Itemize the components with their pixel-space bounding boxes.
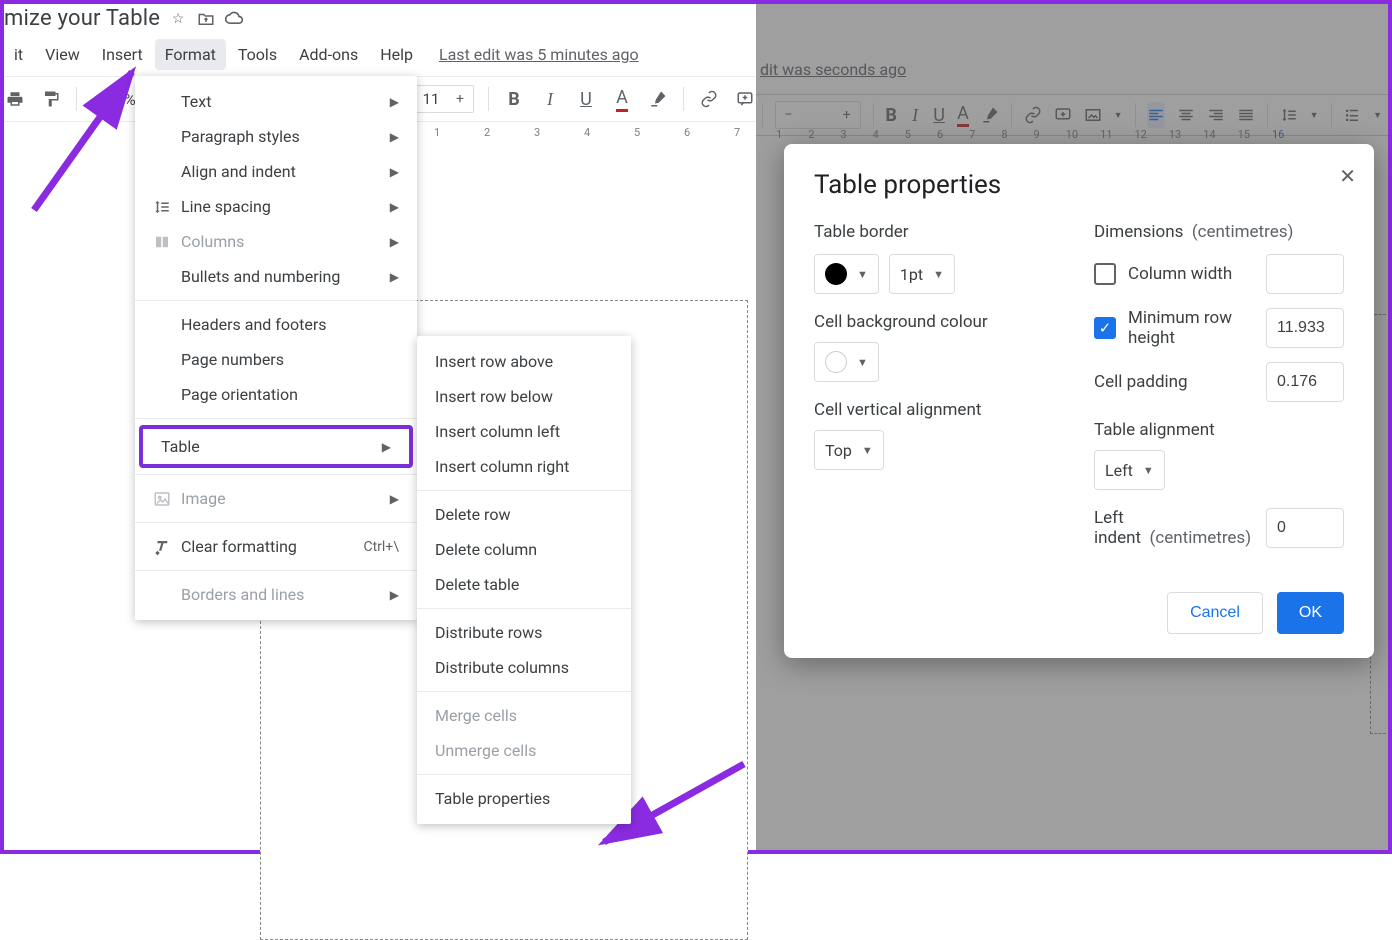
menu-align-indent[interactable]: Align and indent▶ — [135, 154, 417, 189]
left-indent-field[interactable] — [1266, 508, 1344, 548]
menu-bullets-numbering[interactable]: Bullets and numbering▶ — [135, 259, 417, 294]
submenu-insert-row-above[interactable]: Insert row above — [417, 344, 631, 379]
submenu-delete-row[interactable]: Delete row — [417, 497, 631, 532]
highlight-icon[interactable] — [647, 86, 669, 112]
document-title[interactable]: mize your Table — [4, 6, 160, 31]
ruler-tick: 5 — [634, 126, 640, 139]
bold-icon[interactable]: B — [503, 86, 525, 112]
menu-text[interactable]: Text▶ — [135, 84, 417, 119]
min-row-height-label: Minimum row height — [1128, 308, 1254, 348]
line-spacing-icon — [153, 198, 181, 216]
link-icon[interactable] — [698, 86, 720, 112]
dialog-title: Table properties — [814, 170, 1344, 200]
menu-edit[interactable]: it — [4, 39, 33, 70]
ok-button[interactable]: OK — [1277, 592, 1344, 634]
menu-page-orientation[interactable]: Page orientation — [135, 377, 417, 412]
cell-bg-selector[interactable]: ▼ — [814, 342, 879, 382]
submenu-insert-column-left[interactable]: Insert column left — [417, 414, 631, 449]
chevron-down-icon: ▼ — [862, 444, 873, 457]
submenu-delete-table[interactable]: Delete table — [417, 567, 631, 602]
column-width-label: Column width — [1128, 264, 1254, 284]
column-width-field[interactable] — [1266, 254, 1344, 294]
min-row-height-field[interactable] — [1266, 308, 1344, 348]
table-align-label: Table alignment — [1094, 420, 1344, 440]
menubar: it View Insert Format Tools Add-ons Help… — [4, 31, 756, 76]
table-align-selector[interactable]: Left ▼ — [1094, 450, 1165, 490]
chevron-down-icon: ▼ — [1143, 464, 1154, 477]
submenu-delete-column[interactable]: Delete column — [417, 532, 631, 567]
horizontal-ruler: 1 2 3 4 5 6 7 — [414, 122, 756, 144]
vert-align-label: Cell vertical alignment — [814, 400, 1064, 420]
min-row-height-checkbox[interactable]: ✓ — [1094, 317, 1116, 339]
menu-help[interactable]: Help — [370, 39, 423, 70]
menu-view[interactable]: View — [35, 39, 90, 70]
chevron-down-icon: ▼ — [857, 268, 868, 281]
table-submenu: Insert row above Insert row below Insert… — [417, 336, 631, 824]
cancel-button[interactable]: Cancel — [1167, 592, 1263, 634]
submenu-insert-column-right[interactable]: Insert column right — [417, 449, 631, 484]
cell-bg-label: Cell background colour — [814, 312, 1064, 332]
table-properties-dialog: Table properties ✕ Table border ▼ 1pt ▼ … — [784, 144, 1374, 658]
underline-icon[interactable]: U — [575, 86, 597, 112]
vert-align-selector[interactable]: Top ▼ — [814, 430, 884, 470]
submenu-insert-row-below[interactable]: Insert row below — [417, 379, 631, 414]
submenu-distribute-columns[interactable]: Distribute columns — [417, 650, 631, 685]
increase-icon[interactable]: + — [447, 91, 473, 107]
ruler-tick: 4 — [584, 126, 590, 139]
cloud-status-icon[interactable] — [224, 9, 244, 29]
star-icon[interactable]: ☆ — [168, 9, 188, 29]
dimensions-label: Dimensions (centimetres) — [1094, 222, 1344, 242]
format-dropdown: Text▶ Paragraph styles▶ Align and indent… — [135, 76, 417, 620]
close-icon[interactable]: ✕ — [1339, 164, 1356, 188]
italic-icon[interactable]: I — [539, 86, 561, 112]
last-edit-link[interactable]: Last edit was 5 minutes ago — [439, 45, 639, 64]
column-width-checkbox[interactable] — [1094, 263, 1116, 285]
ruler-tick: 3 — [534, 126, 540, 139]
clear-format-icon — [153, 538, 181, 556]
color-swatch-icon — [825, 351, 847, 373]
chevron-down-icon: ▼ — [933, 268, 944, 281]
ruler-tick: 1 — [434, 126, 440, 139]
left-screenshot: mize your Table ☆ it View Insert Format … — [4, 4, 756, 850]
menu-paragraph-styles[interactable]: Paragraph styles▶ — [135, 119, 417, 154]
image-icon — [153, 490, 181, 508]
ruler-tick: 2 — [484, 126, 490, 139]
submenu-distribute-rows[interactable]: Distribute rows — [417, 615, 631, 650]
menu-page-numbers[interactable]: Page numbers — [135, 342, 417, 377]
color-swatch-icon — [825, 263, 847, 285]
menu-table[interactable]: Table▶ — [139, 425, 413, 468]
menu-insert[interactable]: Insert — [92, 39, 153, 70]
print-icon[interactable] — [4, 86, 26, 112]
comment-icon[interactable] — [734, 86, 756, 112]
menu-line-spacing[interactable]: Line spacing▶ — [135, 189, 417, 224]
border-width-selector[interactable]: 1pt ▼ — [889, 254, 955, 294]
text-color-icon[interactable]: A — [611, 86, 633, 112]
paint-format-icon[interactable] — [40, 86, 62, 112]
font-size-value[interactable]: 11 — [415, 90, 447, 108]
menu-clear-formatting[interactable]: Clear formattingCtrl+\ — [135, 529, 417, 564]
table-border-label: Table border — [814, 222, 1064, 242]
ruler-tick: 7 — [734, 126, 740, 139]
left-indent-label: Left indent (centimetres) — [1094, 508, 1254, 548]
submenu-merge-cells: Merge cells — [417, 698, 631, 733]
submenu-unmerge-cells: Unmerge cells — [417, 733, 631, 768]
cell-padding-label: Cell padding — [1094, 372, 1254, 392]
ruler-tick: 6 — [684, 126, 690, 139]
menu-borders-lines: Borders and lines▶ — [135, 577, 417, 612]
border-color-selector[interactable]: ▼ — [814, 254, 879, 294]
move-to-folder-icon[interactable] — [196, 9, 216, 29]
menu-addons[interactable]: Add-ons — [289, 39, 368, 70]
menu-format[interactable]: Format — [155, 39, 226, 70]
menu-headers-footers[interactable]: Headers and footers — [135, 307, 417, 342]
submenu-table-properties[interactable]: Table properties — [417, 781, 631, 816]
menu-image: Image▶ — [135, 481, 417, 516]
chevron-down-icon: ▼ — [857, 356, 868, 369]
menu-columns: Columns▶ — [135, 224, 417, 259]
right-screenshot: dit was seconds ago − + B I U A ▼ ▼ ▼ 12… — [756, 4, 1388, 850]
columns-icon — [153, 233, 181, 251]
cell-padding-field[interactable] — [1266, 362, 1344, 402]
menu-tools[interactable]: Tools — [228, 39, 287, 70]
